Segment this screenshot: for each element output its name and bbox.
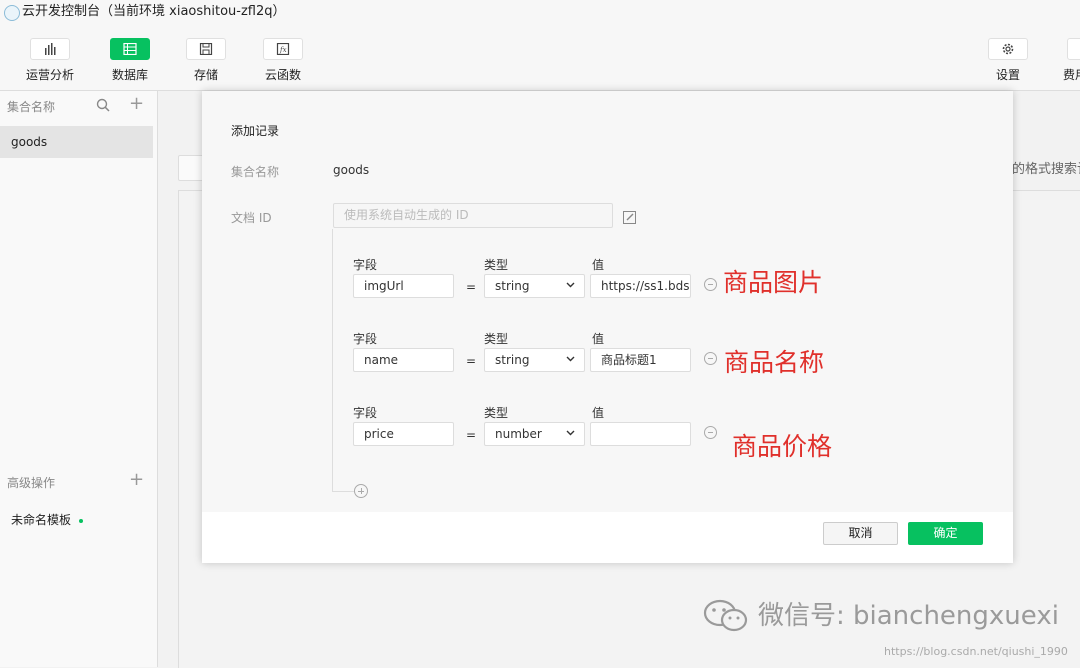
type-header: 类型: [484, 258, 509, 272]
gear-icon: [988, 38, 1028, 60]
watermark: 微信号: bianchengxuexi: [702, 595, 1062, 635]
equals-sign: =: [466, 354, 477, 368]
field-header: 字段: [353, 332, 378, 346]
field-value-input[interactable]: [590, 422, 691, 446]
value-header: 值: [592, 332, 605, 346]
type-select-value: number: [495, 427, 542, 441]
type-select-value: string: [495, 353, 530, 367]
save-icon: [186, 38, 226, 60]
edit-icon[interactable]: [623, 209, 636, 228]
status-dot-icon: [79, 518, 84, 523]
type-select[interactable]: string: [484, 348, 585, 372]
toolbar-item-cost[interactable]: 费用: [1053, 38, 1080, 83]
cost-icon: [1067, 38, 1080, 60]
field-value-input[interactable]: 商品标题1: [590, 348, 691, 372]
annotation-label: 商品图片: [723, 268, 824, 297]
toolbar-item-settings[interactable]: 设置: [978, 38, 1038, 83]
remove-field-icon[interactable]: [704, 426, 717, 439]
function-icon: fx: [263, 38, 303, 60]
type-header: 类型: [484, 332, 509, 346]
cancel-button[interactable]: 取消: [823, 522, 898, 545]
collection-name-label: 集合名称: [231, 165, 280, 179]
template-label: 未命名模板: [11, 513, 72, 527]
field-name-input[interactable]: price: [353, 422, 454, 446]
toolbar-item-label: 数据库: [111, 68, 148, 82]
type-select[interactable]: string: [484, 274, 585, 298]
chevron-down-icon: [566, 430, 575, 436]
remove-field-icon[interactable]: [704, 278, 717, 291]
toolbar-item-cloud-functions[interactable]: fx 云函数: [253, 38, 313, 83]
toolbar-item-analytics[interactable]: 运营分析: [20, 38, 80, 83]
background-search-hint: 的格式搜索记: [1012, 162, 1080, 177]
database-icon: [110, 38, 150, 60]
title-bar: 云开发控制台（当前环境 xiaoshitou-zfl2q）: [0, 0, 1080, 24]
toolbar-item-database[interactable]: 数据库: [100, 38, 160, 83]
confirm-button[interactable]: 确定: [908, 522, 983, 545]
advanced-header: 高级操作: [7, 476, 56, 490]
app-logo-icon: [4, 5, 20, 21]
add-advanced-icon[interactable]: +: [129, 469, 144, 490]
search-icon[interactable]: [96, 97, 110, 116]
fields-tree-branch: [332, 491, 354, 492]
watermark-url: https://blog.csdn.net/qiushi_1990: [884, 645, 1068, 658]
add-field-icon[interactable]: [354, 484, 368, 498]
chevron-down-icon: [566, 356, 575, 362]
main-toolbar: 运营分析 数据库 存储 fx 云函数 设置 费用: [0, 24, 1080, 91]
type-header: 类型: [484, 406, 509, 420]
window-title: 云开发控制台（当前环境 xiaoshitou-zfl2q）: [22, 4, 286, 19]
field-header: 字段: [353, 406, 378, 420]
collections-sidebar: 集合名称 + goods 高级操作 + 未命名模板: [0, 91, 158, 667]
toolbar-item-label: 运营分析: [25, 68, 74, 82]
value-header: 值: [592, 406, 605, 420]
toolbar-item-label: 云函数: [264, 68, 301, 82]
document-id-label: 文档 ID: [231, 211, 272, 225]
type-select-value: string: [495, 279, 530, 293]
collections-header: 集合名称: [7, 100, 56, 114]
add-collection-icon[interactable]: +: [129, 93, 144, 114]
dialog-title: 添加记录: [231, 124, 280, 138]
equals-sign: =: [466, 280, 477, 294]
field-name-input[interactable]: name: [353, 348, 454, 372]
collection-item-goods[interactable]: goods: [0, 126, 153, 158]
add-record-dialog: 添加记录 集合名称 goods 文档 ID 使用系统自动生成的 ID 字段 类型…: [202, 91, 1013, 563]
bar-chart-icon: [30, 38, 70, 60]
equals-sign: =: [466, 428, 477, 442]
field-header: 字段: [353, 258, 378, 272]
annotation-label: 商品名称: [724, 348, 825, 377]
toolbar-item-label: 设置: [995, 68, 1020, 82]
annotation-label: 商品价格: [732, 432, 833, 461]
watermark-text: 微信号: bianchengxuexi: [758, 601, 1059, 631]
wechat-icon: [702, 598, 750, 638]
toolbar-item-label: 费用: [1063, 68, 1080, 82]
collection-name-value: goods: [333, 163, 370, 177]
field-name-input[interactable]: imgUrl: [353, 274, 454, 298]
chevron-down-icon: [566, 282, 575, 288]
fields-tree-line: [332, 229, 333, 491]
remove-field-icon[interactable]: [704, 352, 717, 365]
toolbar-item-storage[interactable]: 存储: [176, 38, 236, 83]
svg-text:fx: fx: [279, 46, 287, 54]
value-header: 值: [592, 258, 605, 272]
dialog-footer: 取消 确定: [202, 512, 1013, 563]
template-item[interactable]: 未命名模板: [11, 511, 84, 528]
field-value-input[interactable]: https://ss1.bds: [590, 274, 691, 298]
document-id-input[interactable]: 使用系统自动生成的 ID: [333, 203, 613, 228]
type-select[interactable]: number: [484, 422, 585, 446]
toolbar-item-label: 存储: [193, 68, 218, 82]
